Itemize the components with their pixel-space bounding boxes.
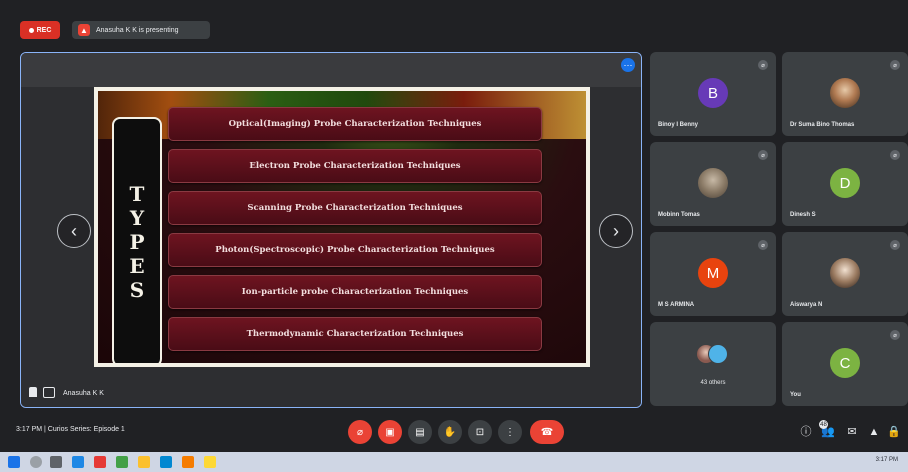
participant-tile[interactable]: ⌀ D Dinesh S — [782, 142, 908, 226]
search-icon[interactable] — [30, 456, 42, 468]
others-avatars — [696, 344, 730, 366]
app-icon[interactable] — [116, 456, 128, 468]
frame-icon[interactable] — [43, 387, 55, 398]
types-letter: T — [129, 182, 145, 206]
types-heading-box: T Y P E S — [112, 117, 162, 363]
participant-tile[interactable]: ⌀ Mobinn Tomas — [650, 142, 776, 226]
technique-item: Ion-particle probe Characterization Tech… — [168, 275, 542, 309]
avatar — [698, 168, 728, 198]
chat-icon[interactable]: ✉ — [846, 426, 858, 438]
participant-tile[interactable]: ⌀ Dr Suma Bino Thomas — [782, 52, 908, 136]
participant-tile[interactable]: ⌀ B Binoy I Benny — [650, 52, 776, 136]
types-letter: E — [129, 254, 145, 278]
mic-off-icon: ⌀ — [758, 60, 768, 70]
leave-call-button[interactable]: ☎ — [530, 420, 564, 444]
raise-hand-button[interactable]: ✋ — [438, 420, 462, 444]
avatar — [708, 344, 728, 364]
avatar: D — [830, 168, 860, 198]
participant-name: Aiswarya N — [790, 302, 823, 308]
top-bar: REC ▲ Anasuha K K is presenting — [0, 0, 908, 44]
app-icon[interactable] — [182, 456, 194, 468]
participant-name: Mobinn Tomas — [658, 212, 700, 218]
types-letter: S — [129, 278, 145, 302]
participant-tile[interactable]: ⌀ M M S ARMINA — [650, 232, 776, 316]
types-letter: P — [129, 230, 145, 254]
camera-toggle-button[interactable]: ▣ — [378, 420, 402, 444]
technique-item: Photon(Spectroscopic) Probe Characteriza… — [168, 233, 542, 267]
control-bar: 3:17 PM | Curios Series: Episode 1 ⌀ ▣ ▤… — [0, 418, 908, 446]
avatar: B — [698, 78, 728, 108]
presentation-slide: T Y P E S Optical(Imaging) Probe Charact… — [94, 87, 590, 367]
host-controls-icon[interactable]: 🔒 — [887, 426, 901, 438]
mic-off-icon: ⌀ — [890, 60, 900, 70]
types-letter: Y — [129, 206, 145, 230]
recording-indicator: REC — [20, 21, 60, 39]
others-tile[interactable]: 43 others — [650, 322, 776, 406]
next-slide-button[interactable]: › — [599, 214, 633, 248]
presenting-banner[interactable]: ▲ Anasuha K K is presenting — [72, 21, 210, 39]
participant-name: M S ARMINA — [658, 302, 695, 308]
participant-name: You — [790, 392, 801, 398]
avatar: C — [830, 348, 860, 378]
more-options-icon[interactable]: ⋯ — [621, 58, 635, 72]
pin-icon[interactable] — [29, 387, 37, 397]
edge-icon[interactable] — [72, 456, 84, 468]
task-view-icon[interactable] — [50, 456, 62, 468]
os-taskbar: 3:17 PM — [0, 452, 908, 472]
technique-item: Scanning Probe Characterization Techniqu… — [168, 191, 542, 225]
chrome-icon[interactable] — [138, 456, 150, 468]
participant-name: Dr Suma Bino Thomas — [790, 122, 855, 128]
more-options-button[interactable]: ⋮ — [498, 420, 522, 444]
captions-button[interactable]: ▤ — [408, 420, 432, 444]
presenting-label: Anasuha K K is presenting — [96, 26, 179, 34]
present-button[interactable]: ⊡ — [468, 420, 492, 444]
folder-icon[interactable] — [204, 456, 216, 468]
participants-count-badge: 48 — [819, 420, 828, 429]
recording-label: REC — [36, 26, 52, 34]
activities-icon[interactable]: ▲ — [868, 426, 880, 438]
mic-off-icon: ⌀ — [890, 240, 900, 250]
app-icon[interactable] — [160, 456, 172, 468]
participant-tile[interactable]: ⌀ Aiswarya N — [782, 232, 908, 316]
technique-item: Thermodynamic Characterization Technique… — [168, 317, 542, 351]
mic-toggle-button[interactable]: ⌀ — [348, 420, 372, 444]
info-icon[interactable]: ⓘ — [800, 426, 812, 438]
participant-name: Dinesh S — [790, 212, 816, 218]
mic-off-icon: ⌀ — [758, 240, 768, 250]
self-tile[interactable]: ⌀ C You — [782, 322, 908, 406]
mic-off-icon: ⌀ — [758, 150, 768, 160]
system-tray-clock: 3:17 PM — [875, 457, 898, 463]
shared-screen-footer: Anasuha K K — [21, 377, 641, 407]
previous-slide-button[interactable]: ‹ — [57, 214, 91, 248]
present-screen-icon: ▲ — [78, 24, 90, 36]
meeting-time-title: 3:17 PM | Curios Series: Episode 1 — [16, 426, 125, 433]
mic-off-icon: ⌀ — [890, 330, 900, 340]
shared-screen-header — [21, 53, 641, 87]
app-icon[interactable] — [94, 456, 106, 468]
recording-dot-icon — [28, 27, 34, 33]
start-icon[interactable] — [8, 456, 20, 468]
meet-window: REC ▲ Anasuha K K is presenting ⋯ T Y P … — [0, 0, 908, 472]
shared-screen: ⋯ T Y P E S Optical(Imaging) Probe Chara… — [20, 52, 642, 408]
presenter-name: Anasuha K K — [63, 390, 104, 397]
technique-item: Optical(Imaging) Probe Characterization … — [168, 107, 542, 141]
avatar: M — [698, 258, 728, 288]
avatar — [830, 78, 860, 108]
participant-name: Binoy I Benny — [658, 122, 699, 128]
mic-off-icon: ⌀ — [890, 150, 900, 160]
technique-item: Electron Probe Characterization Techniqu… — [168, 149, 542, 183]
others-label: 43 others — [700, 380, 726, 386]
avatar — [830, 258, 860, 288]
